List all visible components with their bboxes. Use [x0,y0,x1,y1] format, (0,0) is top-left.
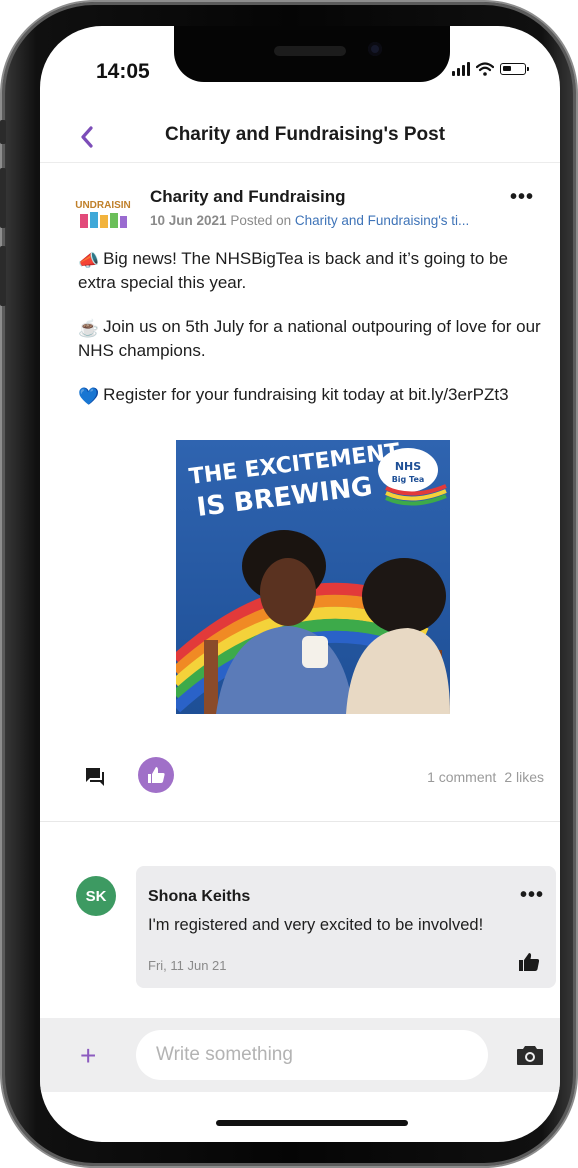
plus-icon[interactable]: + [80,1042,96,1070]
back-icon[interactable] [76,122,100,152]
post-image[interactable]: THE EXCITEMENT IS BREWING NHS Big Tea [176,440,450,714]
posted-on-label: Posted on [230,213,292,228]
tea-cup-icon: ☕ [78,319,100,338]
post-author-name[interactable]: Charity and Fundraising [150,187,346,207]
post-body: 📣 Big news! The NHSBigTea is back and it’… [78,248,544,430]
megaphone-icon: 📣 [78,251,100,270]
post-meta: 10 Jun 2021 Posted on Charity and Fundra… [150,213,554,228]
comment-icon[interactable] [84,766,106,788]
home-indicator[interactable] [216,1120,408,1126]
screen: 14:05 Charity and Fundraising's Post UND… [40,26,560,1142]
post-paragraph: ☕ Join us on 5th July for a national outp… [78,317,541,360]
comment-avatar[interactable]: SK [76,876,116,916]
battery-icon [500,63,529,75]
blue-heart-icon: 💙 [78,387,100,406]
posted-on-link[interactable]: Charity and Fundraising's ti... [295,213,469,228]
comment-like-icon[interactable] [518,952,540,972]
post-more-icon[interactable]: ••• [510,186,534,209]
speaker-grille [274,46,346,56]
post-author-avatar[interactable]: UNDRAISIN [74,194,132,234]
badge-bottom: Big Tea [392,475,425,484]
comment-date: Fri, 11 Jun 21 [148,958,227,973]
thumbs-up-icon [148,767,165,783]
section-divider [40,821,560,822]
front-camera [368,42,382,56]
mute-switch [0,120,6,144]
volume-down-button [0,246,6,306]
post-paragraph: 📣 Big news! The NHSBigTea is back and it’… [78,249,508,292]
volume-up-button [0,168,6,228]
notch [174,26,450,82]
like-count[interactable]: 2 likes [504,769,544,785]
page-title: Charity and Fundraising's Post [164,124,446,145]
camera-icon[interactable] [516,1044,544,1066]
comment-count[interactable]: 1 comment [427,769,496,785]
comment-author[interactable]: Shona Keiths [148,888,250,906]
comment-bubble: Shona Keiths I'm registered and very exc… [136,866,556,988]
badge-top: NHS [395,460,421,473]
avatar-text: UNDRAISIN [75,200,131,211]
status-time: 14:05 [96,60,150,83]
post-date: 10 Jun 2021 [150,213,227,228]
status-icons [452,62,529,76]
post-stats: 1 comment 2 likes [427,769,544,785]
compose-input[interactable] [136,1030,488,1080]
compose-bar: + [40,1018,560,1092]
like-button[interactable] [138,757,174,793]
header: Charity and Fundraising's Post [40,114,560,163]
wifi-icon [476,62,494,76]
post-paragraph: 💙 Register for your fundraising kit today… [78,385,509,406]
comment-more-icon[interactable]: ••• [520,884,544,907]
comment-text: I'm registered and very excited to be in… [148,916,484,934]
signal-icon [452,62,470,76]
